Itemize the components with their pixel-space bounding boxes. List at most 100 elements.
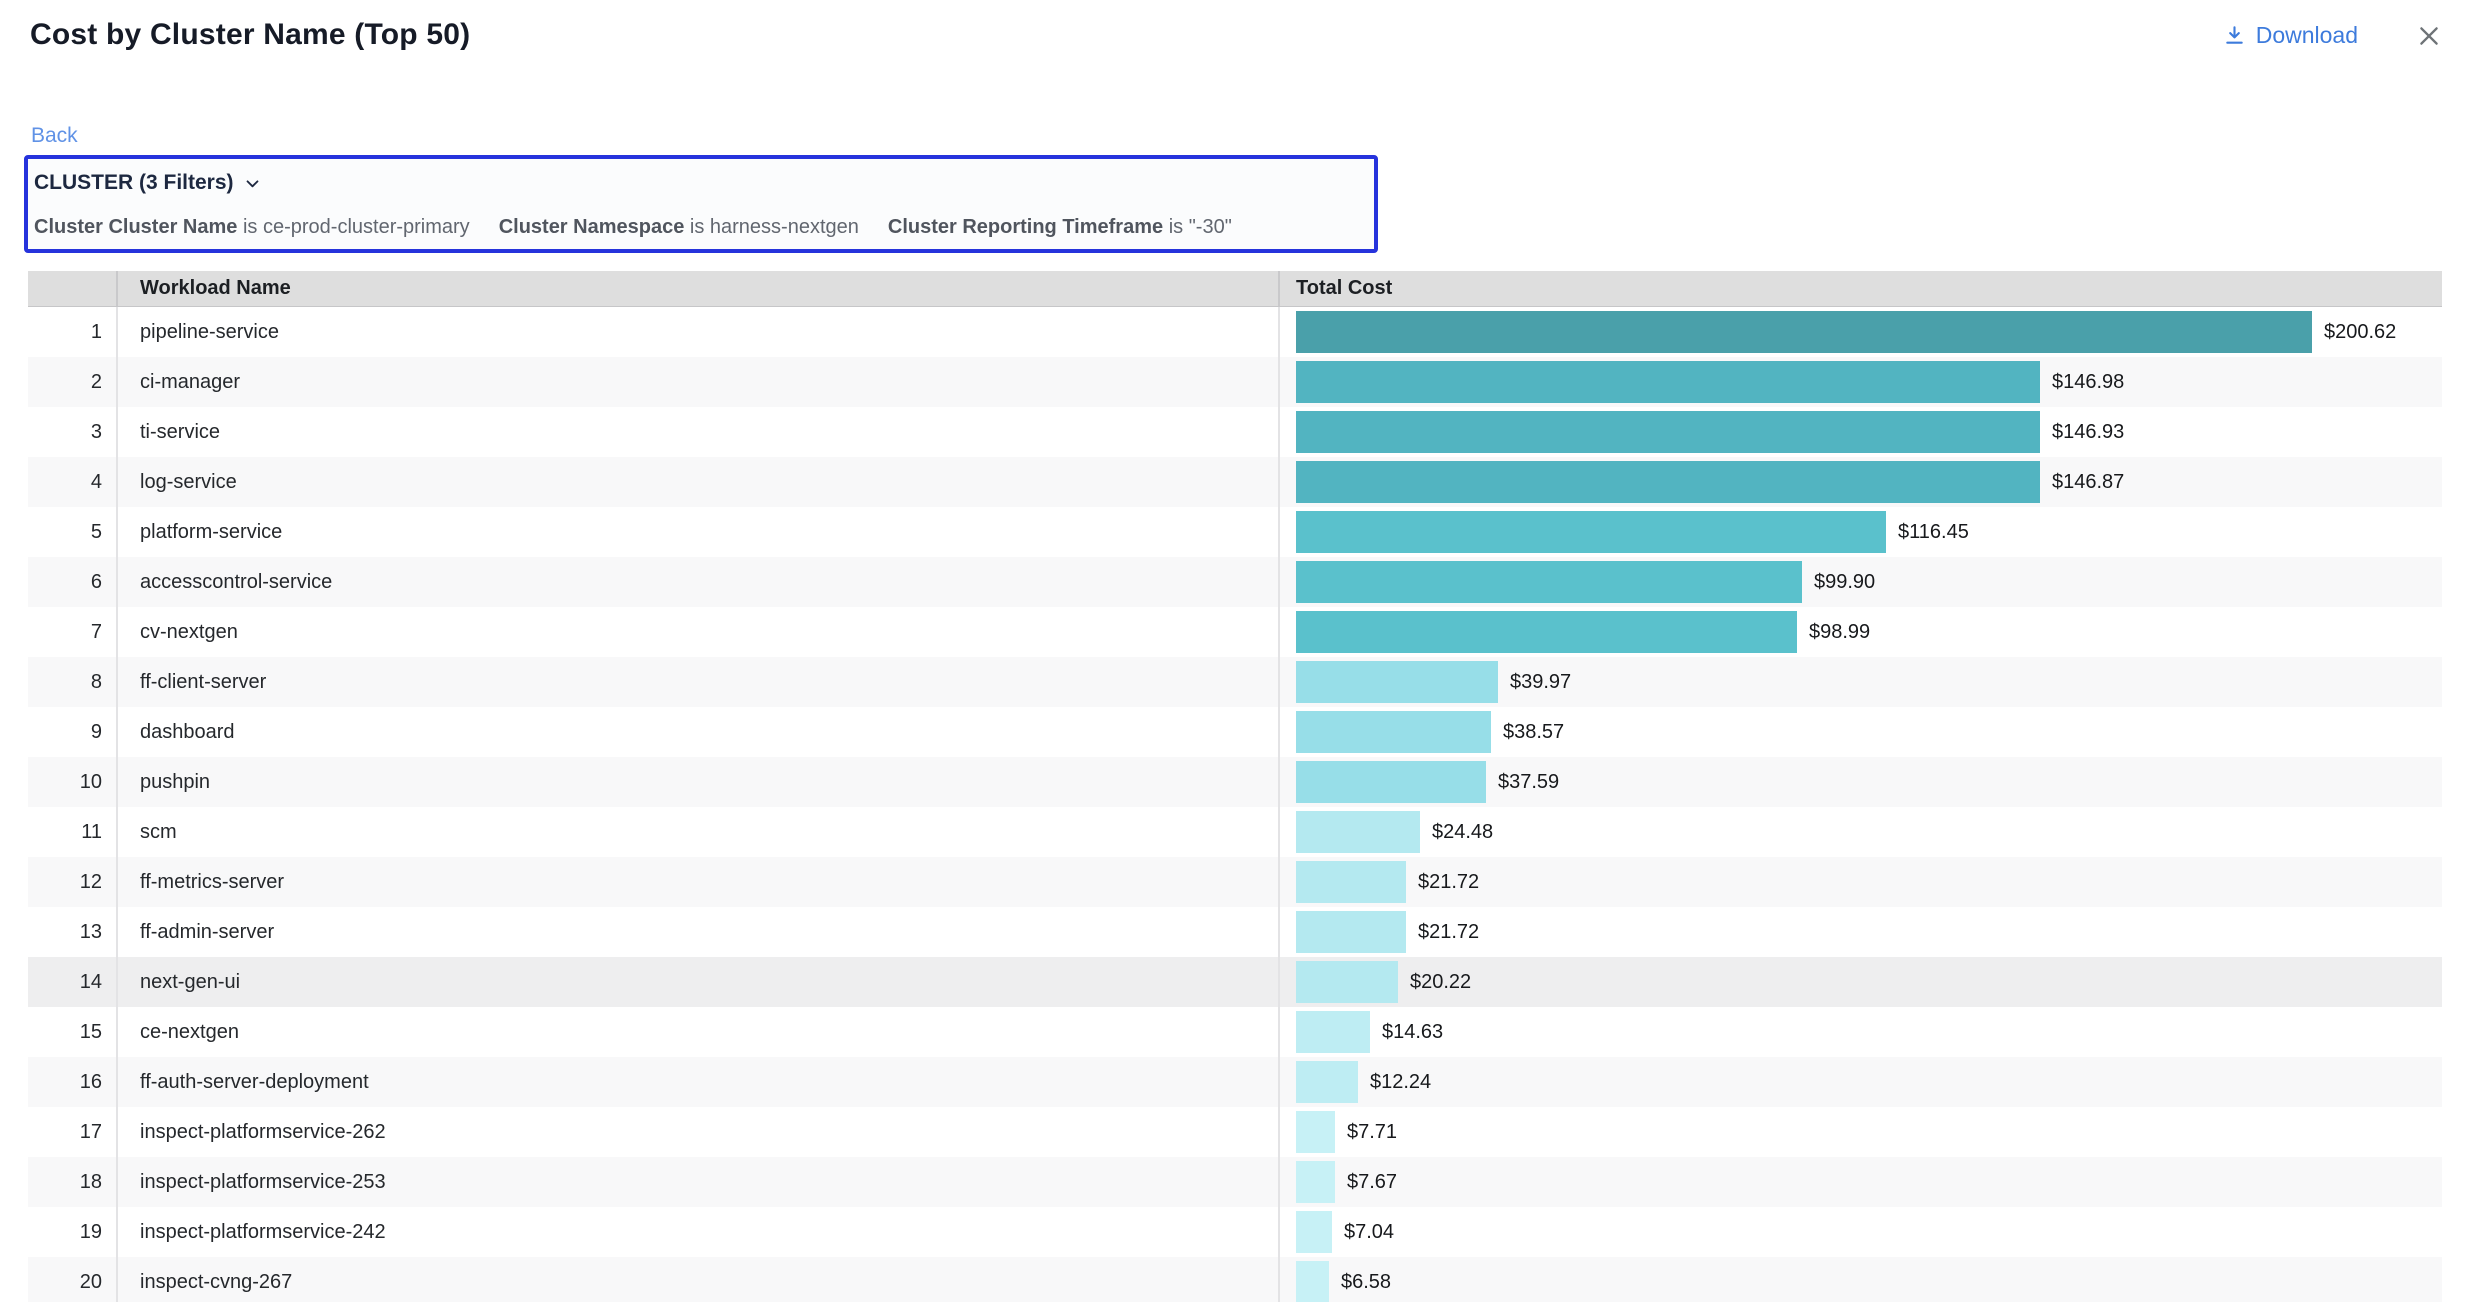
cost-bar xyxy=(1296,1011,1370,1053)
cost-bar xyxy=(1296,1111,1335,1153)
cost-value: $21.72 xyxy=(1418,921,1479,944)
cost-bar xyxy=(1296,611,1797,653)
total-cost-cell: $12.24 xyxy=(1280,1057,2442,1107)
cost-value: $146.93 xyxy=(2052,421,2124,444)
filter-field-value: is "-30" xyxy=(1169,216,1232,238)
row-rank: 11 xyxy=(28,807,118,857)
filter-field-name: Cluster Namespace xyxy=(499,216,690,238)
table-row[interactable]: 16 ff-auth-server-deployment $12.24 xyxy=(28,1057,2442,1107)
filter-condition: Cluster Reporting Timeframe is "-30" xyxy=(888,216,1232,239)
cost-value: $99.90 xyxy=(1814,571,1875,594)
cost-bar xyxy=(1296,711,1491,753)
workload-name: inspect-platformservice-253 xyxy=(118,1157,1280,1207)
workload-name: ff-auth-server-deployment xyxy=(118,1057,1280,1107)
workload-name: scm xyxy=(118,807,1280,857)
cost-bar xyxy=(1296,361,2040,403)
filter-condition: Cluster Cluster Name is ce-prod-cluster-… xyxy=(34,216,470,239)
cost-bar xyxy=(1296,811,1420,853)
cost-bar xyxy=(1296,311,2312,353)
filter-panel-toggle[interactable]: CLUSTER (3 Filters) xyxy=(34,171,1364,195)
table-row[interactable]: 18 inspect-platformservice-253 $7.67 xyxy=(28,1157,2442,1207)
total-cost-cell: $98.99 xyxy=(1280,607,2442,657)
row-rank: 10 xyxy=(28,757,118,807)
row-rank: 19 xyxy=(28,1207,118,1257)
table-row[interactable]: 9 dashboard $38.57 xyxy=(28,707,2442,757)
table-row[interactable]: 13 ff-admin-server $21.72 xyxy=(28,907,2442,957)
cost-value: $12.24 xyxy=(1370,1071,1431,1094)
cost-bar xyxy=(1296,561,1802,603)
table-row[interactable]: 2 ci-manager $146.98 xyxy=(28,357,2442,407)
table-row[interactable]: 5 platform-service $116.45 xyxy=(28,507,2442,557)
download-button[interactable]: Download xyxy=(2223,22,2358,49)
column-header-total-cost[interactable]: Total Cost xyxy=(1280,271,2442,306)
total-cost-cell: $39.97 xyxy=(1280,657,2442,707)
workload-name: platform-service xyxy=(118,507,1280,557)
page-title: Cost by Cluster Name (Top 50) xyxy=(30,18,470,52)
cost-value: $7.67 xyxy=(1347,1171,1397,1194)
workload-name: pipeline-service xyxy=(118,307,1280,357)
workload-name: inspect-platformservice-242 xyxy=(118,1207,1280,1257)
total-cost-cell: $6.58 xyxy=(1280,1257,2442,1302)
table-row[interactable]: 20 inspect-cvng-267 $6.58 xyxy=(28,1257,2442,1302)
cost-value: $24.48 xyxy=(1432,821,1493,844)
cost-bar xyxy=(1296,911,1406,953)
workload-name: cv-nextgen xyxy=(118,607,1280,657)
filter-panel-title: CLUSTER (3 Filters) xyxy=(34,171,234,195)
back-link[interactable]: Back xyxy=(31,124,78,148)
cost-bar xyxy=(1296,961,1398,1003)
cost-bar xyxy=(1296,411,2040,453)
row-rank: 18 xyxy=(28,1157,118,1207)
table-row[interactable]: 19 inspect-platformservice-242 $7.04 xyxy=(28,1207,2442,1257)
cost-value: $14.63 xyxy=(1382,1021,1443,1044)
cost-value: $146.87 xyxy=(2052,471,2124,494)
table-row[interactable]: 12 ff-metrics-server $21.72 xyxy=(28,857,2442,907)
total-cost-cell: $37.59 xyxy=(1280,757,2442,807)
total-cost-cell: $7.67 xyxy=(1280,1157,2442,1207)
total-cost-cell: $7.71 xyxy=(1280,1107,2442,1157)
total-cost-cell: $21.72 xyxy=(1280,857,2442,907)
column-header-workload-name[interactable]: Workload Name xyxy=(118,271,1280,306)
table-row[interactable]: 15 ce-nextgen $14.63 xyxy=(28,1007,2442,1057)
cost-value: $21.72 xyxy=(1418,871,1479,894)
total-cost-cell: $24.48 xyxy=(1280,807,2442,857)
close-icon[interactable] xyxy=(2416,23,2442,49)
cost-breakdown-modal: Cost by Cluster Name (Top 50) Download B… xyxy=(0,0,2470,1302)
total-cost-cell: $20.22 xyxy=(1280,957,2442,1007)
table-row[interactable]: 17 inspect-platformservice-262 $7.71 xyxy=(28,1107,2442,1157)
workload-name: ce-nextgen xyxy=(118,1007,1280,1057)
table-row[interactable]: 14 next-gen-ui $20.22 xyxy=(28,957,2442,1007)
total-cost-cell: $146.93 xyxy=(1280,407,2442,457)
table-row[interactable]: 6 accesscontrol-service $99.90 xyxy=(28,557,2442,607)
row-rank: 13 xyxy=(28,907,118,957)
workload-name: inspect-platformservice-262 xyxy=(118,1107,1280,1157)
table-row[interactable]: 10 pushpin $37.59 xyxy=(28,757,2442,807)
workload-name: ti-service xyxy=(118,407,1280,457)
total-cost-cell: $146.87 xyxy=(1280,457,2442,507)
row-rank: 6 xyxy=(28,557,118,607)
cost-value: $7.71 xyxy=(1347,1121,1397,1144)
workload-name: dashboard xyxy=(118,707,1280,757)
table-row[interactable]: 1 pipeline-service $200.62 xyxy=(28,307,2442,357)
table-row[interactable]: 11 scm $24.48 xyxy=(28,807,2442,857)
row-rank: 12 xyxy=(28,857,118,907)
row-rank: 2 xyxy=(28,357,118,407)
filter-panel: CLUSTER (3 Filters) Cluster Cluster Name… xyxy=(24,155,1378,253)
table-row[interactable]: 3 ti-service $146.93 xyxy=(28,407,2442,457)
cost-value: $200.62 xyxy=(2324,321,2396,344)
workload-name: log-service xyxy=(118,457,1280,507)
row-rank: 3 xyxy=(28,407,118,457)
cost-value: $116.45 xyxy=(1898,521,1969,544)
cost-value: $20.22 xyxy=(1410,971,1471,994)
total-cost-cell: $38.57 xyxy=(1280,707,2442,757)
table-row[interactable]: 4 log-service $146.87 xyxy=(28,457,2442,507)
table-row[interactable]: 7 cv-nextgen $98.99 xyxy=(28,607,2442,657)
total-cost-cell: $99.90 xyxy=(1280,557,2442,607)
filter-field-name: Cluster Reporting Timeframe xyxy=(888,216,1169,238)
download-label: Download xyxy=(2256,22,2358,49)
filter-field-value: is harness-nextgen xyxy=(690,216,859,238)
total-cost-cell: $7.04 xyxy=(1280,1207,2442,1257)
row-rank: 1 xyxy=(28,307,118,357)
row-rank: 16 xyxy=(28,1057,118,1107)
table-row[interactable]: 8 ff-client-server $39.97 xyxy=(28,657,2442,707)
cost-value: $6.58 xyxy=(1341,1271,1391,1294)
